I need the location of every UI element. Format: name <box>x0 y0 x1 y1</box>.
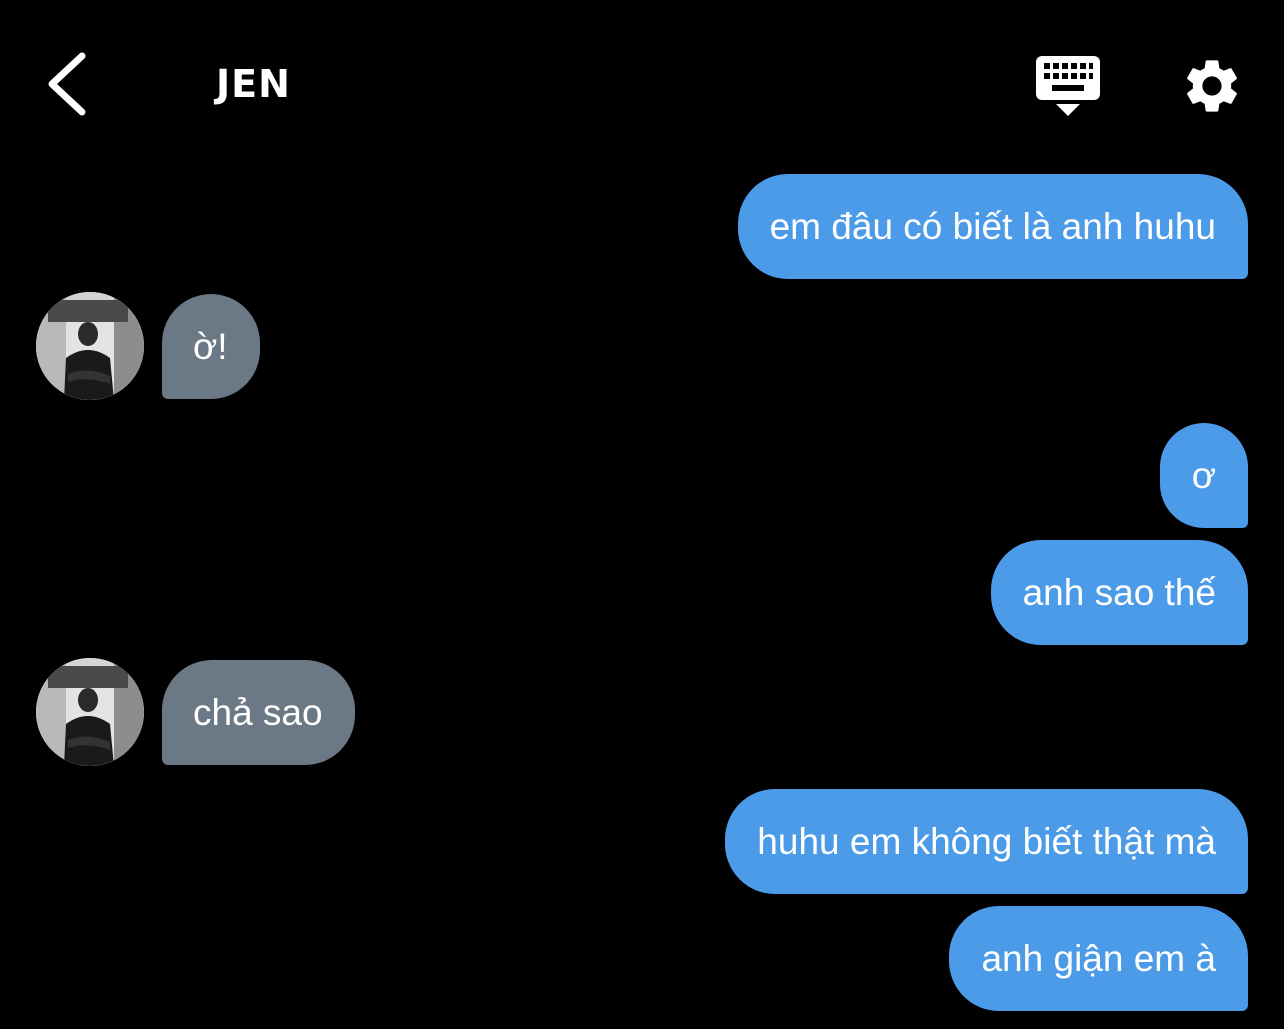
chevron-left-icon <box>48 52 86 116</box>
sent-message[interactable]: huhu em không biết thật mà <box>725 789 1248 894</box>
avatar[interactable] <box>36 658 144 766</box>
avatar[interactable] <box>36 292 144 400</box>
chat-header: JEN <box>0 0 1284 170</box>
settings-button[interactable] <box>1180 54 1244 118</box>
received-message[interactable]: ờ! <box>162 294 260 399</box>
gear-icon <box>1187 60 1237 112</box>
message-text: ờ! <box>193 326 228 367</box>
chat-title: JEN <box>216 62 291 106</box>
message-text: chả sao <box>193 692 323 733</box>
message-text: ơ <box>1191 455 1216 496</box>
back-button[interactable] <box>38 48 98 120</box>
message-text: anh sao thế <box>1022 572 1216 613</box>
sent-message[interactable]: anh giận em à <box>949 906 1248 1011</box>
received-message[interactable]: chả sao <box>162 660 355 765</box>
keyboard-button[interactable] <box>1034 54 1102 120</box>
sent-message[interactable]: ơ <box>1159 423 1248 528</box>
avatar-photo <box>36 658 144 766</box>
sent-message[interactable]: anh sao thế <box>990 540 1248 645</box>
message-text: em đâu có biết là anh huhu <box>769 206 1216 247</box>
message-text: anh giận em à <box>981 938 1216 979</box>
keyboard-hide-icon <box>1036 56 1100 116</box>
chat-screen: JEN em đâu có biết là anh huhu ờ! ơ anh … <box>0 0 1284 1029</box>
avatar-photo <box>36 292 144 400</box>
sent-message[interactable]: em đâu có biết là anh huhu <box>737 174 1248 279</box>
message-text: huhu em không biết thật mà <box>757 821 1216 862</box>
